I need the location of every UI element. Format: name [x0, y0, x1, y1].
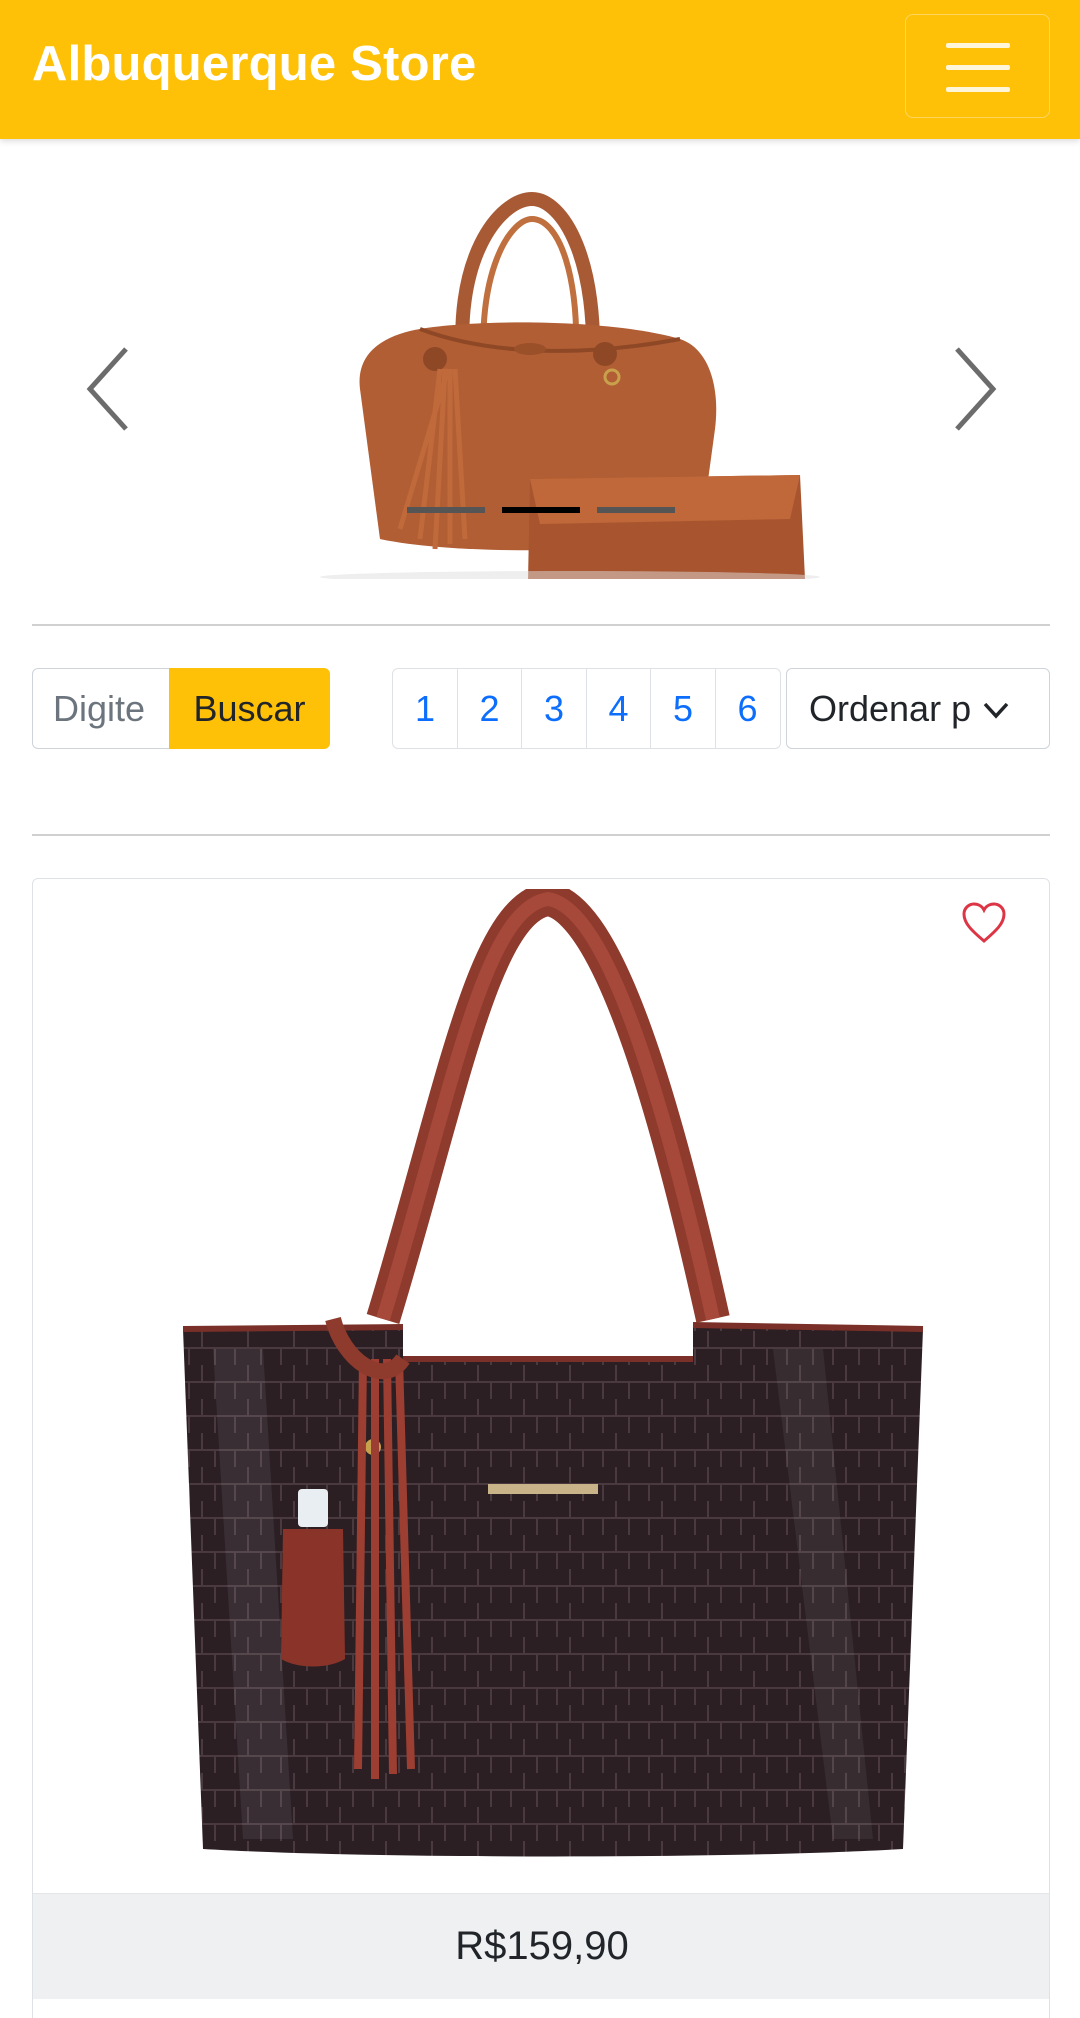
chevron-down-icon — [983, 702, 1009, 719]
carousel-indicator-active[interactable] — [502, 507, 580, 513]
menu-toggle-button[interactable] — [905, 14, 1050, 118]
product-image[interactable] — [133, 889, 933, 1879]
search-button[interactable]: Buscar — [169, 668, 330, 749]
product-price: R$159,90 — [33, 1893, 1049, 1999]
banner-carousel — [0, 139, 1080, 609]
page-link-5[interactable]: 5 — [650, 668, 716, 749]
hamburger-icon — [946, 43, 1010, 48]
divider — [32, 624, 1050, 626]
chevron-left-icon — [86, 347, 128, 431]
page-link-3[interactable]: 3 — [521, 668, 587, 749]
navbar: Albuquerque Store — [0, 0, 1080, 139]
search-group: Digite Buscar — [32, 668, 330, 749]
sort-select-value: Ordenar p — [809, 687, 972, 729]
carousel-image-brown-handbag — [320, 191, 820, 579]
carousel-indicator[interactable] — [597, 507, 675, 513]
carousel-indicator[interactable] — [407, 507, 485, 513]
divider — [32, 834, 1050, 836]
heart-outline-icon[interactable] — [961, 901, 1007, 945]
page-link-1[interactable]: 1 — [392, 668, 458, 749]
page-link-4[interactable]: 4 — [585, 668, 652, 749]
sort-select[interactable]: Ordenar p — [786, 668, 1050, 749]
carousel-next-button[interactable] — [935, 339, 1015, 439]
brand-title[interactable]: Albuquerque Store — [32, 36, 476, 92]
pagination: 1 2 3 4 5 6 — [392, 668, 781, 749]
page-link-6[interactable]: 6 — [714, 668, 781, 749]
search-input[interactable]: Digite — [32, 668, 169, 749]
product-card[interactable]: R$159,90 — [32, 878, 1050, 2018]
chevron-right-icon — [955, 347, 997, 431]
page-link-2[interactable]: 2 — [456, 668, 523, 749]
carousel-prev-button[interactable] — [68, 339, 148, 439]
